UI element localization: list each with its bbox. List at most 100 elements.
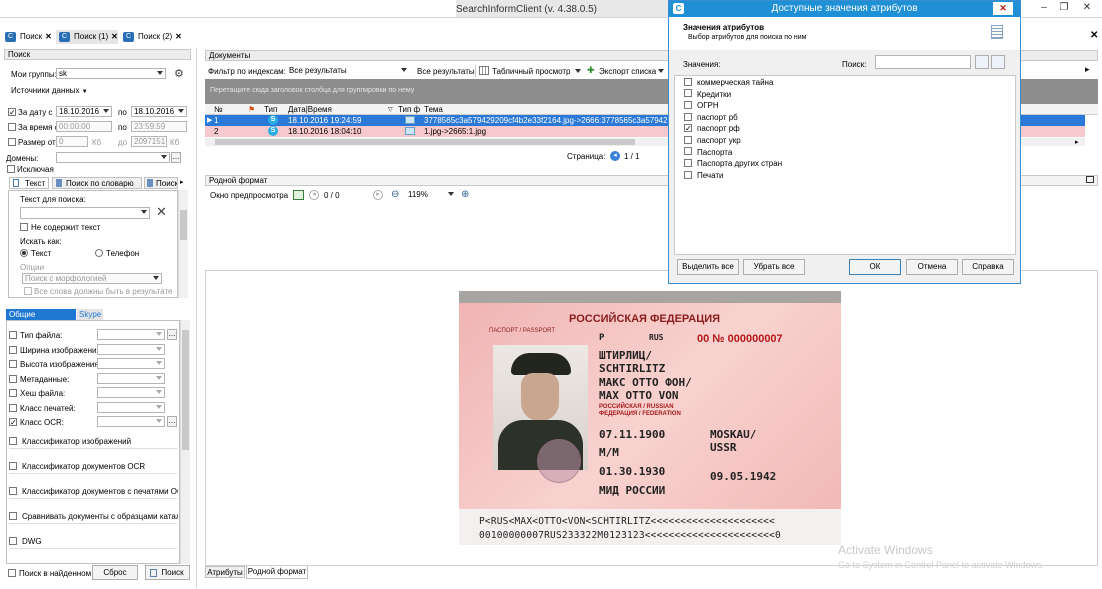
attribute-item[interactable]: Паспорта [684, 147, 732, 158]
my-groups-select[interactable]: sk [56, 68, 166, 79]
tab-close-icon[interactable]: ✕ [111, 32, 118, 41]
param-checkbox[interactable] [9, 345, 17, 356]
param-checkbox[interactable] [9, 403, 17, 414]
index-filter-select[interactable]: Все результаты [286, 65, 410, 76]
param-field[interactable] [97, 343, 165, 355]
all-results-button[interactable]: Все результаты [417, 67, 475, 76]
time-to-field[interactable]: 23:59:59 [131, 121, 187, 132]
ok-button[interactable]: ОК [849, 259, 901, 275]
export-list-button[interactable]: Экспорт списка [599, 67, 656, 76]
splitter[interactable] [196, 48, 197, 588]
scroll-thumb[interactable] [180, 210, 187, 240]
dialog-search-input[interactable] [875, 55, 971, 69]
attribute-item[interactable]: паспорт рб [684, 112, 738, 123]
param-field[interactable] [97, 329, 165, 340]
reset-button[interactable]: Сброс [92, 565, 138, 580]
search-text-input[interactable] [20, 207, 150, 219]
tab-search[interactable]: C Поиск ✕ [2, 30, 54, 44]
date-checkbox[interactable] [8, 108, 16, 118]
toolbar-overflow-icon[interactable]: ▸ [1085, 64, 1090, 75]
param-checkbox[interactable] [9, 418, 17, 428]
filter-icon[interactable] [991, 55, 1005, 69]
time-checkbox[interactable] [8, 123, 16, 133]
scroll-thumb[interactable] [182, 330, 189, 450]
data-sources-button[interactable]: Источники данных ▼ [11, 86, 88, 95]
param-field[interactable] [97, 372, 165, 384]
clear-icon[interactable]: ✕ [156, 204, 167, 220]
dialog-close-button[interactable]: ✕ [993, 2, 1013, 15]
col-type[interactable]: Тип [264, 105, 277, 114]
tab-close-icon[interactable]: ✕ [45, 32, 52, 41]
filetype-more-button[interactable]: ... [167, 329, 177, 340]
select-all-button[interactable]: Выделить все [677, 259, 739, 275]
date-from-field[interactable]: 18.10.2016 [56, 106, 112, 117]
domains-select[interactable] [56, 152, 170, 163]
param-checkbox[interactable] [9, 374, 17, 385]
help-button[interactable]: Справка [962, 259, 1014, 275]
zoom-in-icon[interactable]: ⊕ [461, 189, 469, 200]
gear-icon[interactable]: ⚙ [174, 67, 184, 80]
tab-close-icon[interactable]: ✕ [175, 32, 182, 41]
scroll-thumb[interactable] [215, 139, 635, 145]
domains-more-button[interactable]: ... [171, 152, 181, 163]
close-button[interactable]: ✕ [1080, 2, 1094, 13]
col-datetime[interactable]: Дата|Время [288, 105, 332, 114]
param-checkbox[interactable] [9, 360, 17, 370]
radio-text[interactable] [20, 249, 28, 259]
col-num[interactable]: № [214, 105, 223, 114]
flag-icon[interactable]: ⚑ [248, 105, 255, 114]
col-subject[interactable]: Тема [424, 105, 443, 114]
tab-general-params[interactable]: Общие параметры [6, 309, 76, 330]
attribute-item[interactable]: Кредитки [684, 89, 731, 100]
size-checkbox[interactable] [8, 138, 16, 148]
tab-native-format[interactable]: Родной формат [246, 566, 308, 579]
zoom-select[interactable]: 119% [405, 189, 457, 200]
param-field[interactable] [97, 416, 165, 427]
table-view-button[interactable]: Табличный просмотр [492, 67, 570, 76]
exclude-checkbox[interactable] [7, 165, 15, 175]
tab-search-2[interactable]: C Поиск (2) ✕ [120, 30, 192, 44]
edit-icon[interactable] [293, 190, 304, 200]
attribute-item[interactable]: ОГРН [684, 101, 719, 111]
param-checkbox[interactable] [9, 331, 17, 341]
search-found-checkbox[interactable] [8, 569, 16, 579]
zoom-out-icon[interactable]: ⊖ [391, 189, 399, 200]
param-field[interactable] [97, 401, 165, 413]
not-contains-checkbox[interactable] [20, 223, 28, 233]
subtab-text[interactable]: Текст [9, 177, 49, 189]
cancel-button[interactable]: Отмена [906, 259, 958, 275]
attribute-item[interactable]: Печати [684, 170, 724, 181]
attribute-item[interactable]: Паспорта других стран [684, 159, 782, 169]
minimize-button[interactable]: – [1037, 2, 1051, 13]
params-scrollbar[interactable] [180, 320, 190, 564]
prev-page-icon[interactable]: ◂ [610, 151, 620, 161]
deselect-all-button[interactable]: Убрать все [743, 259, 805, 275]
param-field[interactable] [97, 358, 165, 369]
tab-search-1[interactable]: C Поиск (1) ✕ [56, 30, 118, 44]
date-to-field[interactable]: 18.10.2016 [131, 106, 187, 117]
search-button[interactable]: Поиск [145, 565, 190, 580]
time-from-field[interactable]: 00:00:00 [56, 121, 112, 132]
search-icon[interactable] [975, 55, 989, 69]
close-tab-icon[interactable]: ✕ [1090, 30, 1098, 41]
text-panel-scrollbar[interactable] [178, 190, 188, 298]
param-field[interactable] [97, 387, 165, 398]
tab-attributes[interactable]: Атрибуты [205, 566, 245, 578]
restore-button[interactable]: ❐ [1057, 2, 1071, 13]
subtab-dictionary[interactable]: Поиск по словарю [52, 177, 142, 189]
radio-phone[interactable] [95, 249, 103, 259]
col-filetype[interactable]: Тип ф [398, 105, 420, 114]
attribute-item[interactable]: паспорт рф [684, 124, 740, 134]
attribute-item[interactable]: коммерческая тайна [684, 77, 773, 88]
attribute-item[interactable]: паспорт укр [684, 135, 741, 146]
size-to-field[interactable]: 2097151 [131, 136, 167, 147]
next-icon[interactable]: ▸ [373, 190, 383, 200]
size-from-field[interactable]: 0 [56, 136, 88, 147]
ocr-more-button[interactable]: ... [167, 416, 177, 427]
all-words-checkbox[interactable] [24, 287, 32, 297]
subtab-search[interactable]: Поиск [144, 177, 178, 189]
scroll-right-icon[interactable]: ▸ [1075, 138, 1079, 146]
prev-icon[interactable]: ◂ [309, 190, 319, 200]
morphology-select[interactable]: Поиск с морфологией [22, 273, 162, 284]
maximize-panel-icon[interactable] [1086, 176, 1094, 183]
